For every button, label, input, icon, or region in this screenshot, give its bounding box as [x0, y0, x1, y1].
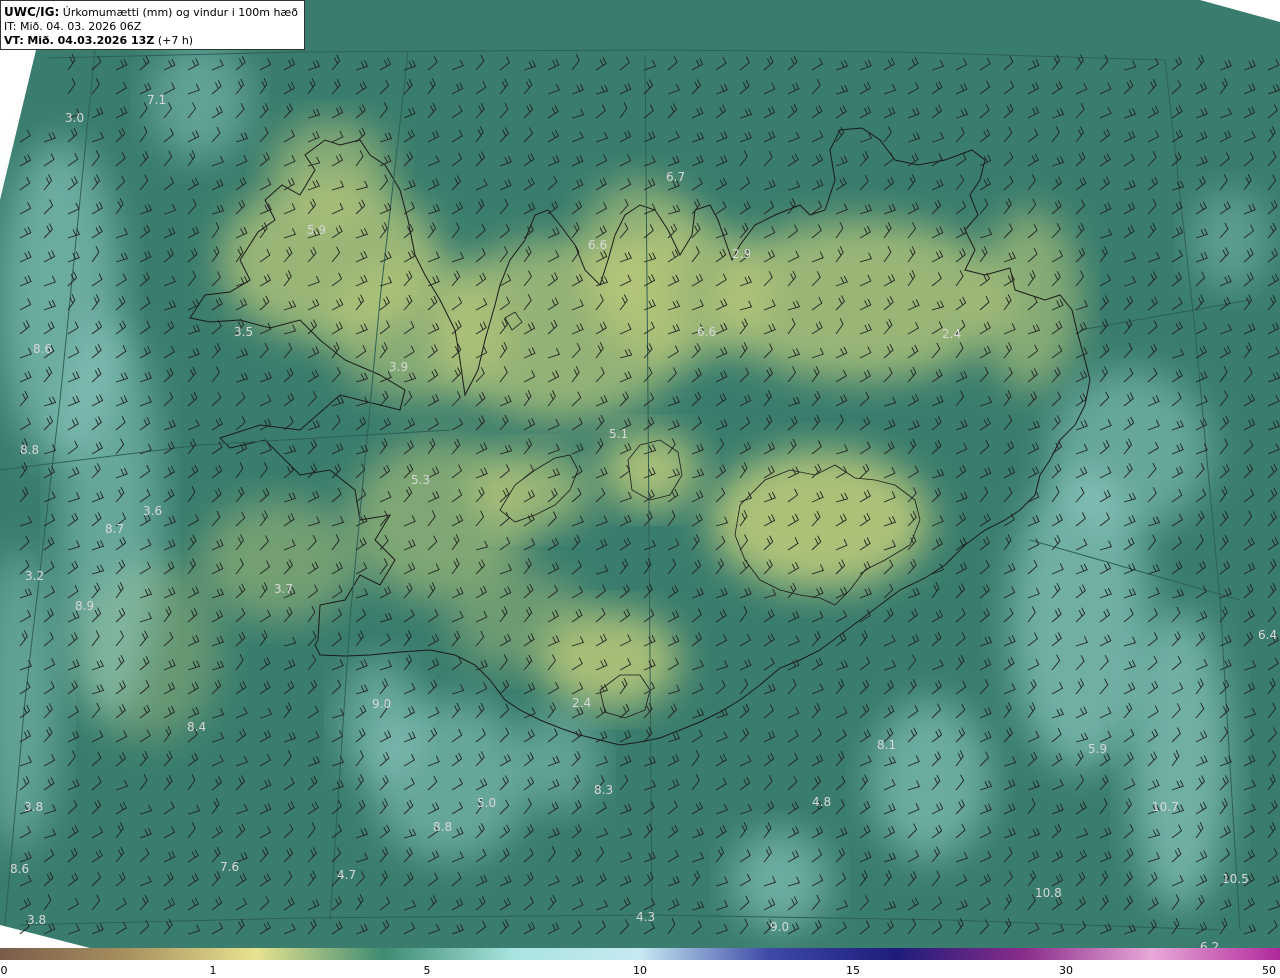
max-value-label: 5.9	[1088, 742, 1107, 756]
precip-high-area	[1190, 190, 1270, 290]
max-value-label: 5.1	[609, 427, 628, 441]
max-value-label: 5.9	[307, 223, 326, 237]
title-line-1: UWC/IG: Úrkomumætti (mm) og vindur i 100…	[4, 5, 300, 20]
product-name: UWC/IG:	[4, 5, 60, 19]
max-value-label: 4.7	[337, 868, 356, 882]
weather-map[interactable]: 7.1 3.0 6.7 5.9 6.6 2.9 3.5 8.6 6.6 2.4 3.9 5.1 8.8 5…	[0, 0, 1280, 948]
max-value-label: 7.6	[220, 860, 239, 874]
precip-high-area	[730, 830, 830, 930]
colorbar-tick: 0	[0, 964, 8, 977]
product-description: Úrkomumætti (mm) og vindur i 100m hæð	[62, 6, 298, 19]
precip-high-area	[1050, 370, 1210, 530]
precip-high-area	[1130, 610, 1230, 910]
max-value-label: 3.5	[234, 325, 253, 339]
max-value-label: 7.1	[147, 93, 166, 107]
max-value-label: 5.0	[477, 796, 496, 810]
max-value-label: 6.7	[666, 170, 685, 184]
max-value-label: 9.0	[770, 920, 789, 934]
colorbar-tick: 30	[1059, 964, 1073, 977]
max-value-label: 6.6	[697, 325, 716, 339]
max-value-label: 2.4	[942, 327, 961, 341]
colorbar-tick: 1	[209, 964, 217, 977]
title-line-2: IT: Mið. 04. 03. 2026 06Z	[4, 20, 300, 34]
precip-high-area	[340, 660, 420, 780]
max-value-label: 3.8	[24, 800, 43, 814]
max-value-label: 3.8	[27, 913, 46, 927]
max-value-label: 8.4	[187, 720, 206, 734]
max-value-label: 2.9	[732, 247, 751, 261]
colorbar-tick: 10	[633, 964, 647, 977]
max-value-label: 8.1	[877, 738, 896, 752]
max-value-label: 8.8	[433, 820, 452, 834]
precip-low-area	[710, 220, 1010, 380]
max-value-label: 6.4	[1258, 628, 1277, 642]
max-value-label: 9.0	[372, 697, 391, 711]
max-value-label: 2.4	[572, 696, 591, 710]
init-time: IT: Mið. 04. 03. 2026 06Z	[4, 20, 142, 33]
max-value-label: 3.6	[143, 504, 162, 518]
max-value-label: 6.6	[588, 238, 607, 252]
precip-low-area	[270, 120, 390, 220]
max-value-label: 3.0	[65, 111, 84, 125]
max-value-label: 3.9	[389, 360, 408, 374]
colorbar-tick: 15	[846, 964, 860, 977]
colorbar-tick: 50	[1262, 964, 1276, 977]
max-value-label: 4.8	[812, 795, 831, 809]
valid-time-offset: (+7 h)	[157, 34, 194, 47]
max-value-label: 4.3	[636, 910, 655, 924]
colorbar-tick: 5	[423, 964, 431, 977]
max-value-label: 8.3	[594, 783, 613, 797]
precip-low-area	[980, 210, 1080, 390]
title-box: UWC/IG: Úrkomumætti (mm) og vindur i 100…	[0, 0, 305, 50]
map-canvas: 7.1 3.0 6.7 5.9 6.6 2.9 3.5 8.6 6.6 2.4 3.9 5.1 8.8 5…	[0, 0, 1280, 948]
max-value-label: 8.8	[20, 443, 39, 457]
valid-time-label: VT:	[4, 34, 24, 47]
precip-low-area	[450, 570, 590, 670]
max-value-label: 8.7	[105, 522, 124, 536]
colorbar: 0 1 5 10 15 30 50	[0, 948, 1280, 978]
max-value-label: 8.6	[10, 862, 29, 876]
max-value-label: 10.5	[1222, 872, 1249, 886]
max-value-label: 10.7	[1152, 800, 1179, 814]
max-value-label: 5.3	[411, 473, 430, 487]
max-value-label: 3.7	[274, 582, 293, 596]
max-value-label: 10.8	[1035, 886, 1062, 900]
max-value-label: 3.2	[25, 569, 44, 583]
colorbar-strip	[0, 948, 1280, 960]
valid-time-value: Mið. 04.03.2026 13Z	[27, 34, 155, 47]
max-value-label: 8.9	[75, 599, 94, 613]
max-value-label: 8.6	[33, 342, 52, 356]
max-value-label: 6.2	[1200, 940, 1219, 948]
title-line-3: VT: Mið. 04.03.2026 13Z (+7 h)	[4, 34, 300, 48]
